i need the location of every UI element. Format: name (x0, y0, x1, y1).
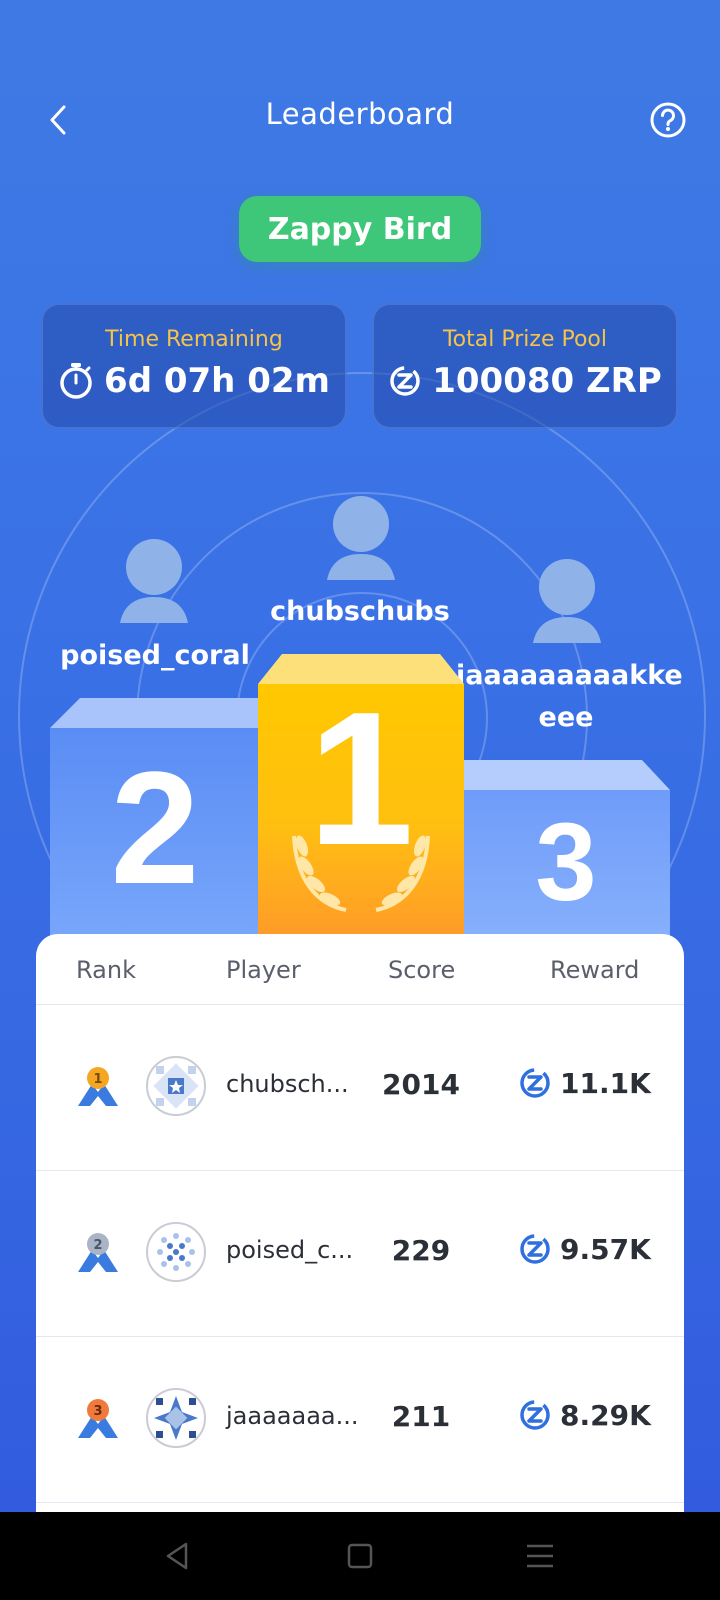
player-reward: 9.57K (518, 1232, 651, 1266)
zrp-coin-icon (520, 1068, 550, 1098)
podium-third-top (462, 760, 670, 790)
column-rank: Rank (76, 956, 136, 984)
column-score: Score (388, 956, 456, 984)
first-place-avatar[interactable] (321, 492, 401, 582)
zrp-coin-icon (520, 1234, 550, 1264)
nav-home-icon[interactable] (340, 1536, 380, 1576)
rank-badge-number: 1 (93, 1072, 102, 1087)
player-score: 2014 (382, 1068, 460, 1101)
third-place-name-line2: eee (538, 702, 594, 733)
time-remaining-label: Time Remaining (105, 327, 283, 352)
table-header: Rank Player Score Reward (36, 934, 684, 1005)
third-place-name-line1: jaaaaaaaaakke (456, 660, 683, 691)
avatar[interactable] (146, 1388, 206, 1448)
column-player: Player (226, 956, 301, 984)
identicon-icon (153, 1063, 199, 1109)
stopwatch-icon (60, 363, 92, 399)
nav-back-icon[interactable] (158, 1536, 198, 1576)
table-row[interactable]: 1 chubsch... 2014 11.1K (36, 1004, 684, 1171)
game-name-pill[interactable]: Zappy Bird (239, 196, 481, 262)
player-score: 211 (391, 1400, 451, 1433)
player-name: poised_c... (226, 1236, 354, 1264)
identicon-icon (157, 1233, 195, 1271)
rank-badge-silver-icon: 2 (78, 1233, 118, 1272)
page-title: Leaderboard (265, 97, 455, 131)
player-name: chubsch... (226, 1070, 349, 1098)
identicon-icon (154, 1396, 198, 1440)
player-score: 229 (391, 1234, 451, 1267)
rank-badge-number: 2 (93, 1238, 102, 1253)
podium-third-block: 3 (462, 790, 670, 940)
podium-second-top (50, 698, 260, 728)
avatar[interactable] (146, 1222, 206, 1282)
reward-value: 11.1K (560, 1066, 651, 1100)
zrp-coin-icon (390, 366, 420, 396)
reward-value: 8.29K (560, 1398, 651, 1432)
table-row[interactable]: 3 jaaaaaaa... 211 8.29K (36, 1336, 684, 1503)
column-reward: Reward (550, 956, 640, 984)
prize-pool-card: Total Prize Pool 100080 ZRP (372, 303, 678, 429)
third-place-avatar[interactable] (527, 555, 607, 645)
rank-badge-gold-icon: 1 (78, 1067, 118, 1106)
podium-second-number: 2 (110, 738, 200, 917)
prize-pool-value: 100080 ZRP (432, 361, 662, 401)
avatar[interactable] (146, 1056, 206, 1116)
nav-menu-icon[interactable] (520, 1536, 560, 1576)
podium-first-block: 1 (258, 684, 464, 940)
time-remaining-card: Time Remaining 6d 07h 02m (41, 303, 347, 429)
laurel-wreath-icon (292, 835, 430, 912)
time-remaining-value: 6d 07h 02m (104, 361, 330, 401)
leaderboard-table: Rank Player Score Reward 1 chubsch... 20… (36, 934, 684, 1514)
rank-badge-bronze-icon: 3 (78, 1399, 118, 1438)
podium-second-block: 2 (50, 728, 260, 938)
player-reward: 8.29K (518, 1398, 651, 1432)
second-place-name: poised_coral (60, 640, 250, 671)
zrp-coin-icon (520, 1400, 550, 1430)
player-reward: 11.1K (518, 1066, 651, 1100)
player-name: jaaaaaaa... (226, 1402, 359, 1430)
rank-badge-number: 3 (93, 1404, 102, 1419)
table-row[interactable]: 2 poised_c... 229 9.57K (36, 1170, 684, 1337)
reward-value: 9.57K (560, 1232, 651, 1266)
help-button[interactable] (648, 100, 688, 140)
podium-third-number: 3 (535, 801, 597, 924)
prize-pool-label: Total Prize Pool (442, 327, 607, 352)
first-place-name: chubschubs (270, 596, 450, 627)
system-nav-bar (0, 1512, 720, 1600)
question-circle-icon (650, 102, 686, 138)
second-place-avatar[interactable] (114, 535, 194, 625)
